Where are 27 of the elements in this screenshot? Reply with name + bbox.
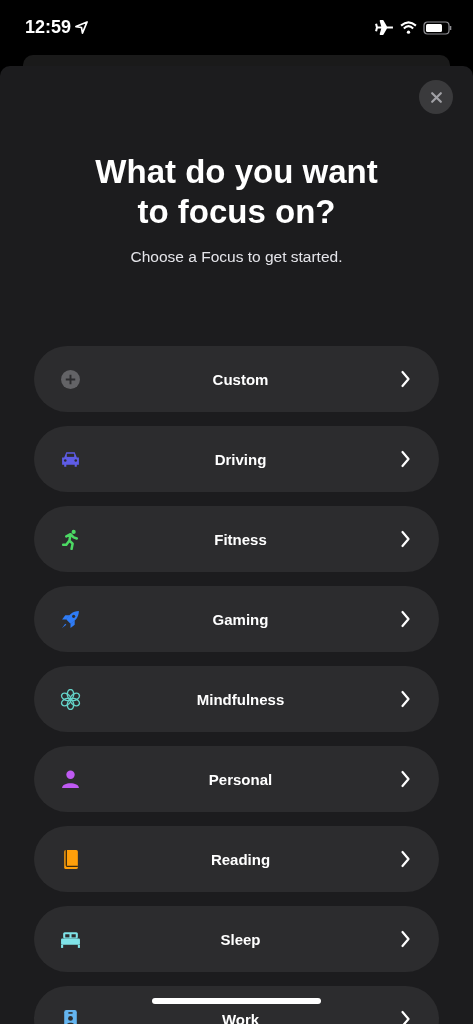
location-arrow-icon — [75, 21, 89, 34]
chevron-right-icon — [400, 450, 411, 468]
status-time: 12:59 — [25, 17, 72, 38]
focus-option[interactable]: Mindfulness — [34, 666, 439, 732]
airplane-icon — [375, 20, 394, 35]
chevron-right-icon — [400, 530, 411, 548]
focus-option[interactable]: Work — [34, 986, 439, 1024]
focus-option[interactable]: Custom — [34, 346, 439, 412]
chevron-right-icon — [400, 1010, 411, 1024]
chevron-right-icon — [400, 610, 411, 628]
sheet-title: What do you want to focus on? — [94, 152, 379, 232]
chevron-right-icon — [400, 930, 411, 948]
focus-option[interactable]: Sleep — [34, 906, 439, 972]
close-button[interactable] — [419, 80, 453, 114]
focus-option[interactable]: Gaming — [34, 586, 439, 652]
focus-option[interactable]: Reading — [34, 826, 439, 892]
chevron-right-icon — [400, 370, 411, 388]
chevron-right-icon — [400, 690, 411, 708]
sheet-subtitle: Choose a Focus to get started. — [129, 248, 344, 266]
battery-icon — [423, 20, 453, 35]
chevron-right-icon — [400, 850, 411, 868]
close-icon — [429, 90, 443, 104]
focus-option[interactable]: Personal — [34, 746, 439, 812]
wifi-icon — [400, 21, 417, 34]
focus-option[interactable]: Fitness — [34, 506, 439, 572]
chevron-right-icon — [400, 770, 411, 788]
focus-option[interactable]: Driving — [34, 426, 439, 492]
